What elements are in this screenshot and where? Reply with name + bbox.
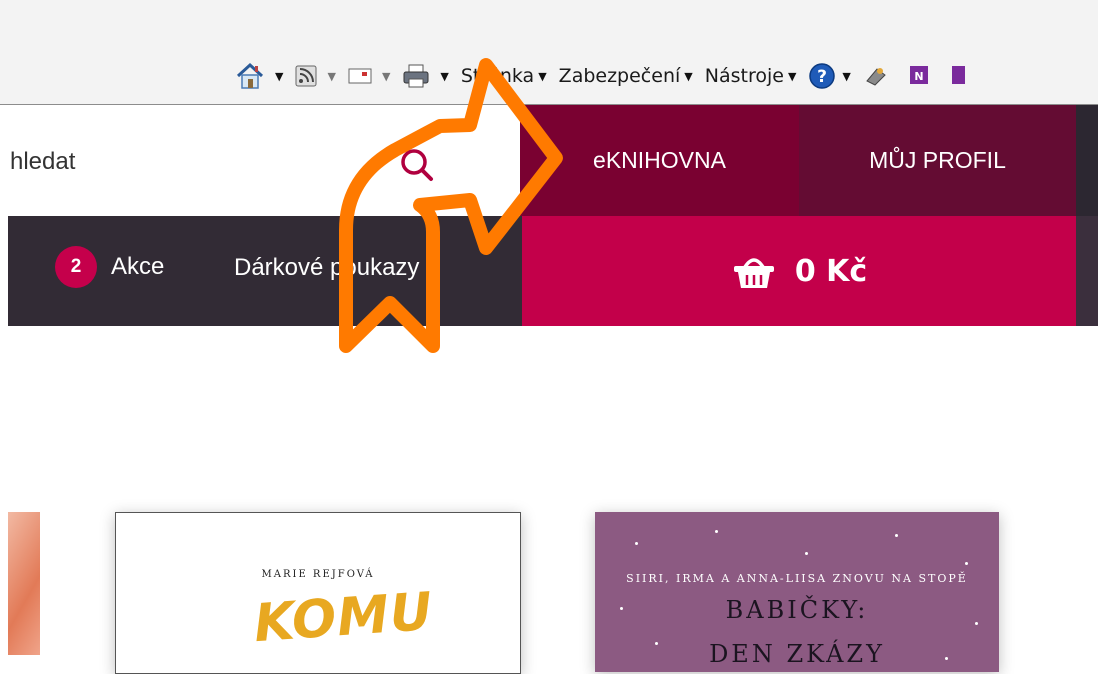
book-cover[interactable]: SIIRI, IRMA A ANNA-LIISA ZNOVU NA STOPĚ … <box>595 512 999 672</box>
search-area <box>0 105 520 216</box>
nav-edge <box>1076 105 1098 216</box>
svg-text:?: ? <box>817 67 827 87</box>
chevron-down-icon[interactable]: ▼ <box>382 70 390 83</box>
onenote-icon: N <box>909 66 928 84</box>
svg-text:N: N <box>914 70 923 83</box>
onenote-send-button[interactable] <box>951 63 971 89</box>
feeds-icon <box>295 65 317 87</box>
menu-page[interactable]: Stránka ▼ <box>461 65 547 87</box>
mail-button[interactable]: ▼ <box>348 67 390 85</box>
print-icon <box>403 64 429 88</box>
mail-icon <box>348 68 372 84</box>
chevron-down-icon: ▼ <box>684 69 693 83</box>
help-icon: ? <box>809 63 836 89</box>
menu-security[interactable]: Zabezpečení ▼ <box>559 65 693 87</box>
book-title: BABIČKY: <box>725 596 869 624</box>
nav-akce[interactable]: 2 Akce <box>55 246 164 288</box>
chevron-down-icon: ▼ <box>842 69 851 83</box>
search-input[interactable] <box>8 141 382 183</box>
book-cover[interactable]: MARIE REJFOVÁ KOMU <box>115 512 521 674</box>
chevron-down-icon: ▼ <box>538 69 547 83</box>
nav-gift-vouchers[interactable]: Dárkové poukazy <box>234 254 419 282</box>
browser-command-bar: ▼ ▼ ▼ ▼ Stránka ▼ Zabezpečení ▼ Nástroje… <box>0 0 1098 105</box>
print-button[interactable]: ▼ <box>402 63 449 89</box>
chevron-down-icon: ▼ <box>787 69 797 83</box>
chevron-down-icon[interactable]: ▼ <box>327 70 335 83</box>
addon-button[interactable] <box>863 63 895 89</box>
book-cover[interactable] <box>8 512 40 655</box>
cart-total: 0 Kč <box>794 253 868 289</box>
nav-my-profile-label: MŮJ PROFIL <box>869 147 1006 173</box>
nav-my-profile[interactable]: MŮJ PROFIL <box>799 105 1076 216</box>
search-icon[interactable] <box>395 143 439 187</box>
akce-count-badge: 2 <box>55 246 97 288</box>
book-title: KOMU <box>252 581 436 655</box>
basket-icon <box>733 258 774 288</box>
nav-eknihovna[interactable]: eKNIHOVNA <box>520 105 799 216</box>
nav-eknihovna-label: eKNIHOVNA <box>593 147 726 173</box>
home-icon <box>236 62 264 89</box>
help-button[interactable]: ? ▼ <box>808 62 851 90</box>
chevron-down-icon[interactable]: ▼ <box>440 70 448 83</box>
cart-button[interactable]: 0 Kč <box>522 216 1076 326</box>
book-author: MARIE REJFOVÁ <box>261 569 375 580</box>
command-bar-row: ▼ ▼ ▼ ▼ Stránka ▼ Zabezpečení ▼ Nástroje… <box>235 58 983 94</box>
onenote-button[interactable]: N <box>907 63 939 89</box>
sub-nav-edge <box>1076 216 1098 326</box>
book-subtitle: SIIRI, IRMA A ANNA-LIISA ZNOVU NA STOPĚ <box>626 572 968 585</box>
akce-label: Akce <box>111 253 165 280</box>
chevron-down-icon[interactable]: ▼ <box>275 70 283 83</box>
menu-tools[interactable]: Nástroje ▼ <box>705 65 797 87</box>
onenote-icon <box>951 66 965 84</box>
book-title-line2: DEN ZKÁZY <box>709 640 885 668</box>
home-button[interactable]: ▼ <box>235 62 283 90</box>
feeds-button[interactable]: ▼ <box>295 65 336 87</box>
addon-icon <box>866 68 886 86</box>
